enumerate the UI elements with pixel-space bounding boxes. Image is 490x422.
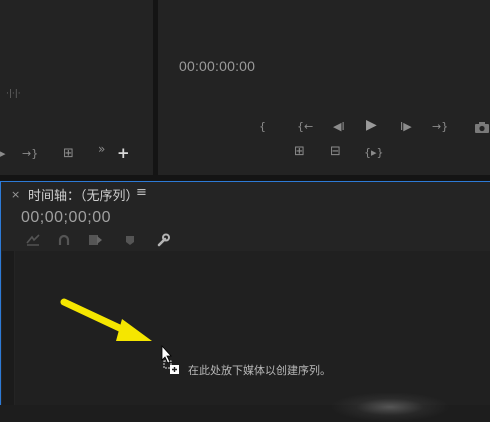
- add-marker-icon[interactable]: [125, 235, 135, 246]
- program-monitor-panel: [158, 0, 490, 175]
- step-forward-button[interactable]: I▶: [400, 121, 412, 133]
- drag-cursor-icon: [161, 344, 179, 374]
- timeline-track-header-area: [2, 251, 14, 405]
- snap-icon[interactable]: [58, 234, 70, 246]
- linked-selection-icon[interactable]: [89, 234, 103, 246]
- nest-sequence-icon[interactable]: [26, 234, 40, 246]
- step-prev-mark-button[interactable]: {←: [297, 121, 313, 133]
- extract-button[interactable]: ⊟: [330, 145, 341, 158]
- wrench-icon[interactable]: [156, 233, 170, 247]
- waveform-glow: [330, 392, 450, 422]
- panel-menu-icon[interactable]: ≡: [136, 185, 147, 200]
- trim-button[interactable]: {▸}: [364, 147, 384, 159]
- lift-button[interactable]: ⊞: [294, 145, 305, 158]
- source-overwrite-button[interactable]: ⊞: [63, 147, 74, 160]
- drop-media-hint: 在此处放下媒体以创建序列。: [188, 364, 331, 377]
- yellow-arrow-annotation-icon: [60, 298, 152, 341]
- play-button[interactable]: ▶: [366, 118, 377, 132]
- source-edge-control[interactable]: ▸: [0, 148, 6, 160]
- mark-in-button[interactable]: {: [259, 121, 266, 133]
- step-back-button[interactable]: ◀I: [333, 121, 345, 133]
- source-go-out-button[interactable]: →}: [22, 148, 38, 160]
- source-more-controls-icon[interactable]: »: [98, 143, 105, 155]
- source-ticks-icon: ·|·|·: [6, 89, 21, 99]
- camera-icon[interactable]: [475, 122, 489, 133]
- go-next-mark-button[interactable]: →}: [432, 121, 448, 133]
- timeline-close-icon[interactable]: ×: [11, 188, 20, 201]
- program-timecode[interactable]: 00:00:00:00: [179, 58, 255, 74]
- timeline-tab-title[interactable]: 时间轴：（无序列）: [28, 185, 139, 204]
- source-add-button[interactable]: +: [117, 146, 130, 161]
- timeline-timecode[interactable]: 00;00;00;00: [21, 209, 111, 227]
